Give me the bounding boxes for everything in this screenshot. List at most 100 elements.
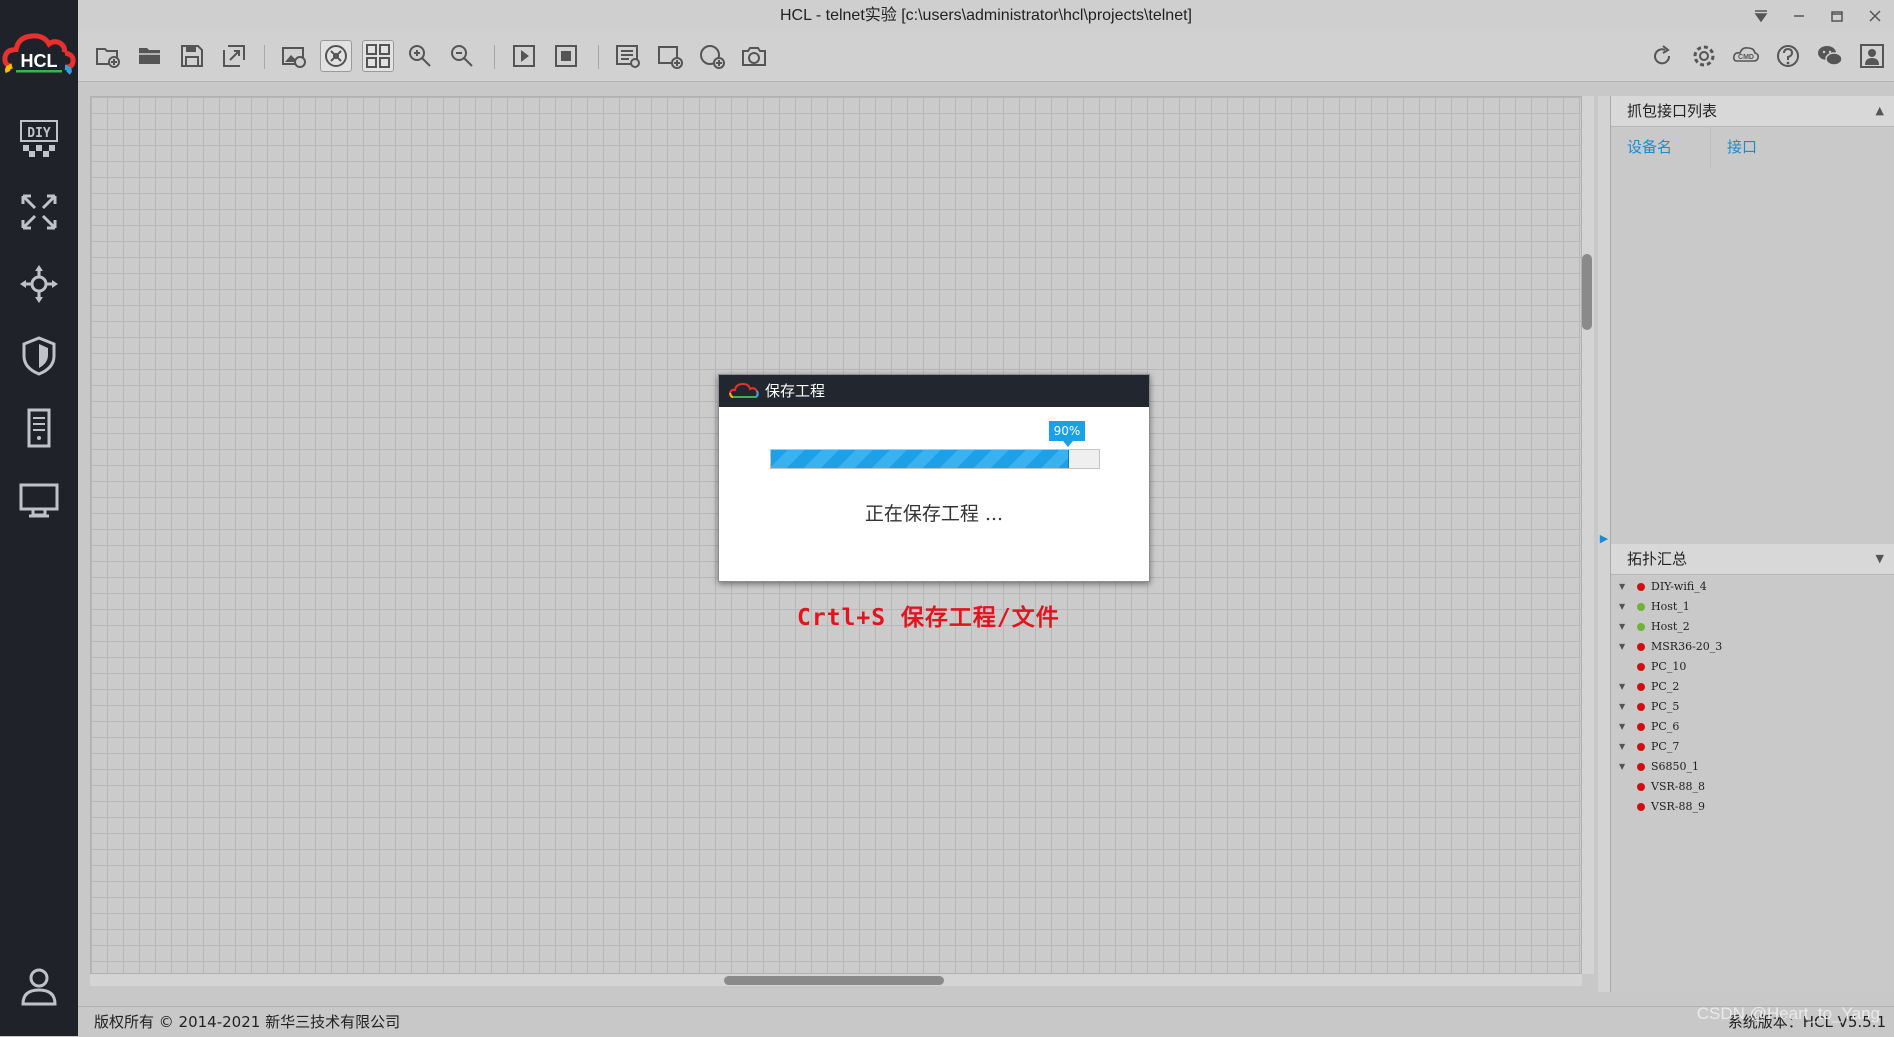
maximize-button[interactable] [1818,0,1856,31]
server-category-button[interactable] [9,398,69,458]
export-image-button[interactable] [278,40,310,72]
topology-item[interactable]: ▼ DIY-wifi_4 [1611,577,1894,597]
topology-item[interactable]: VSR-88_9 [1611,797,1894,817]
screenshot-icon [282,47,306,68]
topology-summary-panel: 拓扑汇总 ▼ ▼ DIY-wifi_4 ▼ Host_1 ▼ Host_2 ▼ MSR36-2… [1610,544,1894,992]
device-name: PC_6 [1651,720,1680,733]
column-device-name[interactable]: 设备名 [1611,127,1711,167]
help-button[interactable] [1772,40,1804,72]
expand-toggle-icon[interactable]: ▼ [1619,577,1625,597]
copyright-text: 版权所有 © 2014-2021 新华三技术有限公司 [94,1013,401,1031]
device-name: VSR-88_9 [1651,800,1705,813]
refresh-icon [1654,45,1671,65]
expand-toggle-icon[interactable]: ▼ [1619,597,1625,617]
security-category-button[interactable] [9,326,69,386]
status-dot [1637,803,1645,811]
progress-fill [771,450,1069,468]
status-dot [1637,603,1645,611]
topology-item[interactable]: ▼ Host_1 [1611,597,1894,617]
vertical-scroll-thumb[interactable] [1582,254,1592,330]
dialog-title-bar[interactable]: 保存工程 [719,375,1149,407]
user-button[interactable] [9,956,69,1016]
diy-icon: DIY [20,120,58,157]
help-icon [1777,45,1799,67]
camera-icon [742,47,766,66]
close-button[interactable] [1856,0,1894,31]
close-icon [1869,9,1881,22]
vertical-scrollbar[interactable] [1582,96,1594,974]
device-name: MSR36-20_3 [1651,640,1723,653]
add-ellipse-button[interactable] [696,40,728,72]
zoom-in-button[interactable] [404,40,436,72]
wechat-button[interactable] [1814,40,1846,72]
save-project-dialog: 保存工程 90% 正在保存工程 ... [718,374,1150,582]
expand-toggle-icon[interactable]: ▼ [1619,717,1625,737]
capture-panel-header[interactable]: 抓包接口列表 ▲ [1611,96,1894,127]
layout-button[interactable] [362,40,394,72]
expand-toggle-icon[interactable]: ▼ [1619,737,1625,757]
zoom-out-icon [451,45,473,67]
toolbar-separator [494,45,495,69]
new-project-icon [96,48,120,68]
svg-text:DIY: DIY [27,126,51,141]
status-dot [1637,763,1645,771]
expand-toggle-icon[interactable]: ▼ [1619,757,1625,777]
save-button[interactable] [176,40,208,72]
device-name: PC_10 [1651,660,1687,673]
terminal-category-button[interactable] [9,470,69,530]
horizontal-scroll-thumb[interactable] [724,976,944,985]
device-name: Host_2 [1651,620,1690,633]
left-sidebar: HCL DIY [0,0,78,1036]
stop-devices-button[interactable] [550,40,582,72]
topology-panel-header[interactable]: 拓扑汇总 ▼ [1611,544,1894,575]
chevron-up-icon[interactable]: ▲ [1876,96,1884,126]
column-interface[interactable]: 接口 [1711,127,1757,167]
switch-move-icon [20,265,58,303]
add-text-button[interactable] [612,40,644,72]
wechat-icon [1818,46,1843,66]
add-rectangle-button[interactable] [654,40,686,72]
router-icon [21,194,57,230]
server-icon [27,408,51,448]
refresh-button[interactable] [1646,40,1678,72]
topology-item[interactable]: ▼ PC_6 [1611,717,1894,737]
topology-item[interactable]: ▼ PC_5 [1611,697,1894,717]
topology-item[interactable]: PC_10 [1611,657,1894,677]
settings-button[interactable] [1688,40,1720,72]
topology-item[interactable]: ▼ PC_2 [1611,677,1894,697]
new-project-button[interactable] [92,40,124,72]
minimize-button[interactable] [1780,0,1818,31]
cmd-button[interactable]: CMD [1730,40,1762,72]
expand-toggle-icon[interactable]: ▼ [1619,617,1625,637]
switch-category-button[interactable] [9,254,69,314]
topology-item[interactable]: ▼ Host_2 [1611,617,1894,637]
topology-item[interactable]: ▼ S6850_1 [1611,757,1894,777]
maximize-icon [1831,10,1843,22]
router-category-button[interactable] [9,182,69,242]
device-name: Host_1 [1651,600,1690,613]
save-as-button[interactable] [218,40,250,72]
grid-link-icon [325,45,347,67]
topology-item[interactable]: ▼ MSR36-20_3 [1611,637,1894,657]
svg-text:CMD: CMD [1738,54,1754,61]
open-folder-icon [139,48,160,64]
zoom-out-button[interactable] [446,40,478,72]
start-devices-button[interactable] [508,40,540,72]
topology-item[interactable]: ▼ PC_7 [1611,737,1894,757]
diy-device-button[interactable]: DIY [9,109,69,169]
expand-toggle-icon[interactable]: ▼ [1619,697,1625,717]
device-name: S6850_1 [1651,760,1700,773]
toolbar-separator [264,45,265,69]
status-dot [1637,683,1645,691]
expand-toggle-icon[interactable]: ▼ [1619,677,1625,697]
collapse-panel-icon[interactable]: ▶ [1598,532,1610,546]
open-project-button[interactable] [134,40,166,72]
screenshot-button[interactable] [738,40,770,72]
link-mode-button[interactable] [320,40,352,72]
user-info-button[interactable] [1856,40,1888,72]
chevron-down-icon[interactable]: ▼ [1876,544,1884,574]
status-dot [1637,663,1645,671]
expand-toggle-icon[interactable]: ▼ [1619,637,1625,657]
topology-item[interactable]: VSR-88_8 [1611,777,1894,797]
dropdown-button[interactable] [1742,0,1780,31]
